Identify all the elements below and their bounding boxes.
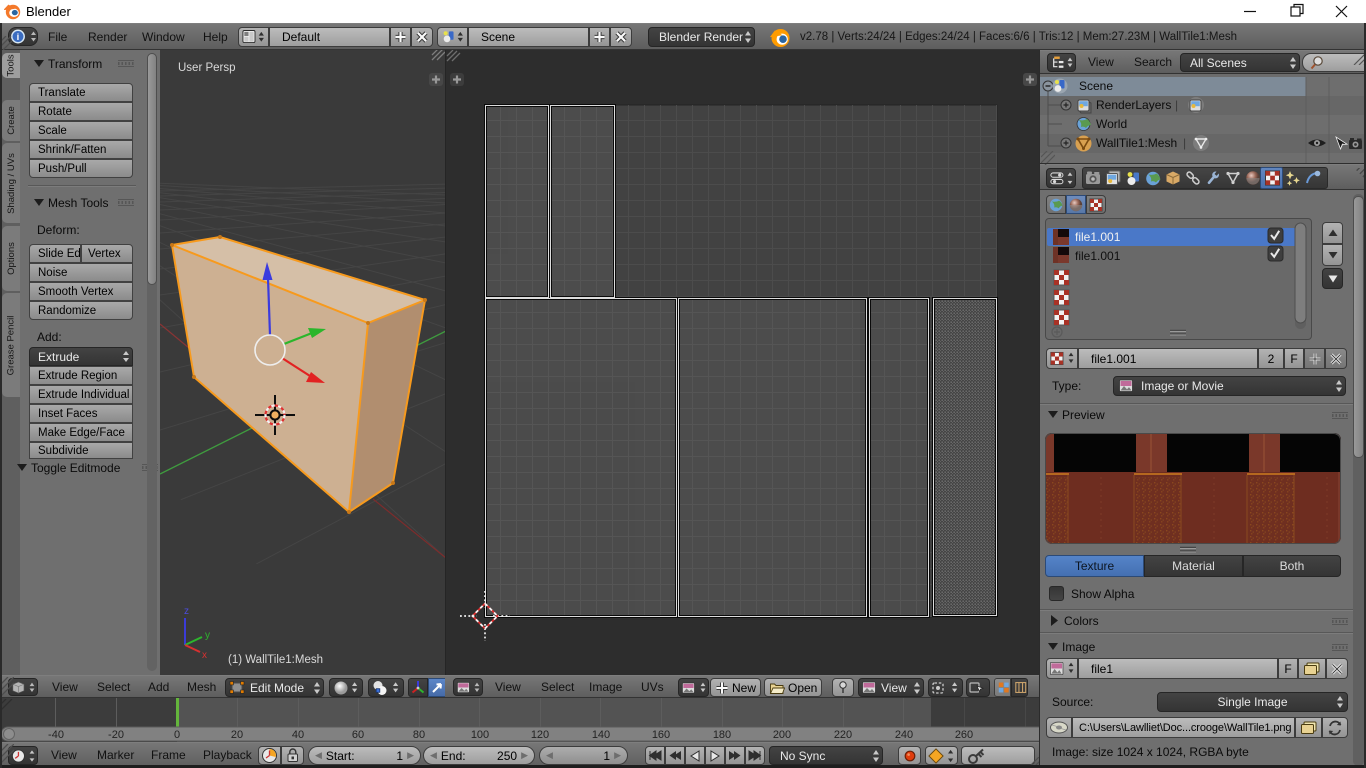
svg-text:260: 260 <box>955 729 973 741</box>
svg-text:-40: -40 <box>48 729 64 741</box>
svg-text:180: 180 <box>713 729 731 741</box>
svg-text:60: 60 <box>352 729 364 741</box>
svg-text:file1.001: file1.001 <box>1075 249 1121 263</box>
svg-text:200: 200 <box>773 729 791 741</box>
svg-text:40: 40 <box>292 729 304 741</box>
svg-text:World: World <box>1096 117 1127 131</box>
svg-text:|: | <box>1183 136 1186 150</box>
svg-text:Scene: Scene <box>1079 79 1113 93</box>
svg-text:User Persp: User Persp <box>178 62 236 74</box>
svg-text:y: y <box>205 630 210 641</box>
svg-text:80: 80 <box>413 729 425 741</box>
svg-text:20: 20 <box>231 729 243 741</box>
svg-text:120: 120 <box>531 729 549 741</box>
svg-text:-20: -20 <box>108 729 124 741</box>
svg-text:100: 100 <box>471 729 489 741</box>
svg-text:160: 160 <box>652 729 670 741</box>
svg-text:140: 140 <box>592 729 610 741</box>
svg-text:(1) WallTile1:Mesh: (1) WallTile1:Mesh <box>228 654 323 666</box>
svg-text:i: i <box>17 32 20 43</box>
svg-text:|: | <box>1175 98 1178 112</box>
svg-text:file1.001: file1.001 <box>1075 230 1121 244</box>
svg-text:240: 240 <box>895 729 913 741</box>
svg-text:RenderLayers: RenderLayers <box>1096 98 1171 112</box>
svg-text:z: z <box>184 606 189 617</box>
svg-text:x: x <box>202 650 207 661</box>
svg-text:0: 0 <box>174 729 180 741</box>
svg-text:WallTile1:Mesh: WallTile1:Mesh <box>1096 136 1177 150</box>
svg-text:220: 220 <box>834 729 852 741</box>
